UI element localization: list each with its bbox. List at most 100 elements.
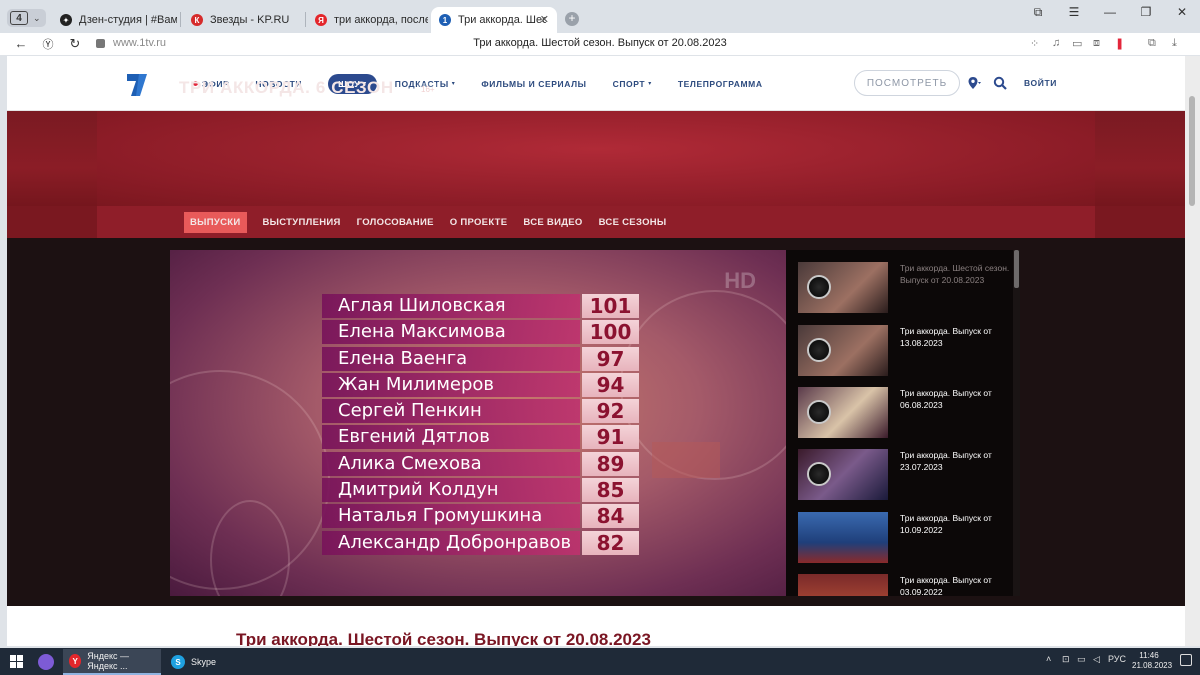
bookmark-icon[interactable]: ❚ — [1115, 37, 1124, 50]
nav-item-films[interactable]: ФИЛЬМЫ И СЕРИАЛЫ — [481, 79, 586, 89]
subnav-episodes[interactable]: ВЫПУСКИ — [184, 212, 247, 233]
playlist-item[interactable]: Три аккорда. Выпуск от 03.09.2022 — [798, 574, 1013, 596]
episode-thumbnail — [798, 325, 888, 376]
subnav-about[interactable]: О ПРОЕКТЕ — [450, 217, 508, 228]
headphones-icon[interactable]: ♫ — [1052, 37, 1060, 49]
episode-title: Три аккорда. Выпуск от 06.08.2023 — [900, 388, 992, 410]
playlist-item[interactable]: Три аккорда. Выпуск от 10.09.2022 — [798, 512, 1013, 564]
windows-start-icon[interactable] — [10, 655, 23, 668]
clock-date: 21.08.2023 — [1132, 661, 1173, 670]
collections-icon[interactable]: ⧉ — [1148, 37, 1156, 50]
episode-thumbnail — [798, 512, 888, 563]
episode-title: Три аккорда. Выпуск от 13.08.2023 — [900, 326, 992, 348]
episode-thumbnail — [798, 387, 888, 438]
participant-score: 94 — [582, 372, 639, 397]
network-icon[interactable]: ⊡ — [1062, 654, 1070, 665]
clock-time: 11:46 — [1139, 651, 1159, 660]
nav-item-sport[interactable]: СПОРТ ▾ — [613, 79, 652, 89]
new-tab-plus-icon[interactable]: + — [565, 12, 579, 26]
participant-score: 85 — [582, 478, 639, 503]
taskbar-app-skype[interactable]: S Skype — [165, 649, 235, 675]
video-player[interactable]: HD Аглая Шиловская 101 Елена Максимова 100… — [170, 250, 786, 596]
chevron-down-icon: ▾ — [648, 81, 652, 87]
close-window-icon[interactable]: ✕ — [1164, 0, 1200, 24]
show-logo-icon — [807, 400, 831, 424]
grid-icon[interactable]: ⁘ — [1030, 37, 1039, 50]
episode-title: Три аккорда. Шестой сезон. Выпуск от 20.… — [900, 263, 1010, 285]
notification-icon[interactable] — [1180, 654, 1192, 666]
subnav-all-videos[interactable]: ВСЕ ВИДЕО — [523, 217, 582, 228]
participant-name: Жан Милимеров — [322, 372, 580, 397]
participant-name: Наталья Громушкина — [322, 504, 580, 529]
video-overlay-panel — [652, 442, 720, 478]
system-clock[interactable]: 11:46 21.08.2023 — [1132, 651, 1173, 671]
participant-score: 84 — [582, 504, 639, 529]
episode-thumbnail — [798, 262, 888, 313]
participant-score: 82 — [582, 530, 639, 555]
subnav-voting[interactable]: ГОЛОСОВАНИЕ — [357, 217, 434, 228]
1tv-favicon-icon: 1 — [439, 14, 451, 26]
tab-counter-button[interactable]: 4 ⌄ — [7, 9, 46, 27]
login-link[interactable]: ВОЙТИ — [1024, 78, 1057, 88]
participant-score: 101 — [582, 294, 639, 318]
participant-name: Елена Ваенга — [322, 346, 580, 371]
volume-icon[interactable]: ◁ — [1093, 654, 1100, 665]
page-title: Три аккорда. Шестой сезон. Выпуск от 20.… — [473, 37, 727, 49]
minimize-icon[interactable]: — — [1092, 0, 1128, 24]
show-hero-banner — [7, 111, 1185, 206]
playlist-item[interactable]: Три аккорда. Выпуск от 06.08.2023 — [798, 387, 1013, 439]
maximize-icon[interactable]: ❐ — [1128, 0, 1164, 24]
vote-results-table: Аглая Шиловская 101 Елена Максимова 100 Ел… — [322, 294, 639, 557]
dzen-favicon-icon: ✦ — [60, 14, 72, 26]
browser-tab-1tv-active[interactable]: 1 Три аккорда. Шестой се ✕ — [431, 7, 557, 33]
playlist-item[interactable]: Три аккорда. Выпуск от 13.08.2023 — [798, 325, 1013, 377]
playlist-item[interactable]: Три аккорда. Шестой сезон. Выпуск от 20.… — [798, 262, 1013, 314]
keyboard-language[interactable]: РУС — [1108, 654, 1126, 664]
table-row: Елена Максимова 100 — [322, 320, 639, 345]
nav-label: СПОРТ — [612, 78, 646, 89]
table-row: Дмитрий Колдун 85 — [322, 478, 639, 503]
browser-tab-yandex[interactable]: Я три аккорда, последний в — [307, 7, 428, 33]
yandex-favicon-icon: Я — [315, 14, 327, 26]
chevron-down-icon: ⌄ — [33, 12, 41, 23]
reader-icon[interactable]: ▭ — [1072, 37, 1082, 50]
participant-name: Сергей Пенкин — [322, 399, 580, 424]
tab-manager-icon[interactable]: ⧉ — [1020, 0, 1056, 24]
browser-tab-title: Звезды - KP.RU — [210, 14, 290, 26]
playlist-scrollbar[interactable] — [1013, 250, 1020, 596]
window-controls: ⧉ ☰ — ❐ ✕ — [1020, 0, 1200, 24]
viber-icon[interactable] — [38, 652, 54, 672]
chevron-up-icon[interactable]: ˄ — [1046, 654, 1051, 664]
browser-tab-kp[interactable]: К Звезды - KP.RU — [183, 7, 303, 33]
menu-icon[interactable]: ☰ — [1056, 0, 1092, 24]
location-pin-icon[interactable] — [967, 76, 981, 90]
show-title: ТРИ АККОРДА. 6 СЕЗОН — [179, 78, 394, 97]
taskbar-app-yandex[interactable]: Y Яндекс — Яндекс ... — [63, 649, 161, 675]
table-row: Аглая Шиловская 101 — [322, 294, 639, 318]
address-bar: ← Ⓨ ↻ www.1tv.ru Три аккорда. Шестой сез… — [0, 33, 1200, 55]
subnav-all-seasons[interactable]: ВСЕ СЕЗОНЫ — [599, 217, 667, 228]
download-icon[interactable]: ⤓ — [1172, 37, 1177, 50]
scrollbar-thumb[interactable] — [1014, 250, 1019, 288]
nav-item-tv-guide[interactable]: ТЕЛЕПРОГРАММА — [678, 79, 763, 89]
skype-icon: S — [171, 655, 185, 669]
battery-icon[interactable]: ▭ — [1077, 654, 1086, 665]
browser-tab-bar: 4 ⌄ ✦ Дзен-студия | #Вамточно К Звезды -… — [0, 0, 1200, 33]
playlist-item[interactable]: Три аккорда. Выпуск от 23.07.2023 — [798, 449, 1013, 501]
table-row: Евгений Дятлов 91 — [322, 425, 639, 450]
browser-tab-dzen[interactable]: ✦ Дзен-студия | #Вамточно — [52, 7, 177, 33]
subnav-performances[interactable]: ВЫСТУПЛЕНИЯ — [263, 217, 341, 228]
tab-count: 4 — [10, 11, 28, 25]
search-icon[interactable] — [993, 76, 1007, 90]
browser-tab-title: Три аккорда. Шестой се — [458, 14, 546, 26]
watch-button[interactable]: ПОСМОТРЕТЬ — [854, 70, 960, 96]
episode-thumbnail — [798, 449, 888, 500]
close-tab-icon[interactable]: ✕ — [540, 13, 549, 26]
scrollbar-thumb[interactable] — [1189, 96, 1195, 206]
web-page: ЭФИР НОВОСТИ ШОУ ▾ ПОДКАСТЫ ▾ ФИЛЬМЫ И С… — [7, 56, 1185, 646]
table-row: Жан Милимеров 94 — [322, 372, 639, 397]
translate-icon[interactable]: ⧈ — [1093, 37, 1100, 50]
show-logo-icon — [807, 338, 831, 362]
channel-one-logo-icon[interactable] — [123, 70, 151, 98]
page-scrollbar[interactable] — [1185, 56, 1200, 646]
